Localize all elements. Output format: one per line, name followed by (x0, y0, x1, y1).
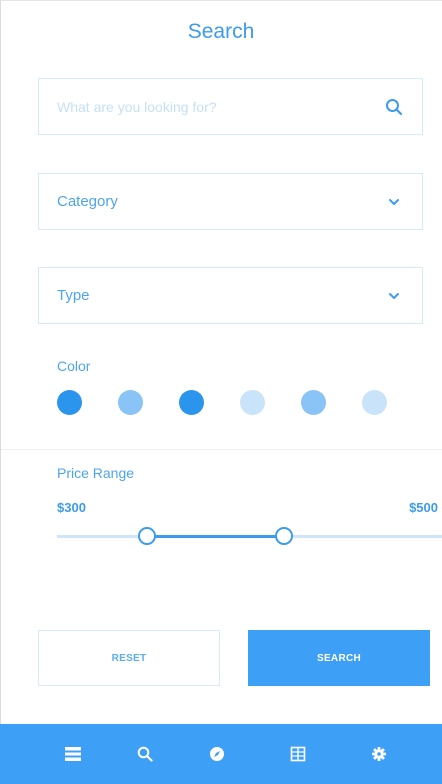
price-max: $500 (409, 500, 438, 515)
grid-icon (290, 746, 306, 762)
settings-icon (372, 747, 386, 761)
color-swatch[interactable] (240, 390, 265, 415)
chevron-down-icon (380, 188, 408, 216)
search-input[interactable]: What are you looking for? (38, 78, 423, 135)
reset-button[interactable]: RESET (38, 630, 220, 686)
search-placeholder: What are you looking for? (57, 98, 217, 115)
color-swatch[interactable] (179, 390, 204, 415)
list-icon (65, 747, 81, 761)
color-swatch[interactable] (118, 390, 143, 415)
compass-icon (210, 747, 224, 761)
tab-settings[interactable] (357, 724, 401, 784)
color-swatch[interactable] (57, 390, 82, 415)
search-icon[interactable] (380, 93, 408, 121)
price-min: $300 (57, 500, 86, 515)
bottom-tab-bar (0, 724, 442, 784)
section-divider (1, 449, 442, 450)
type-label: Type (57, 287, 90, 304)
type-select[interactable]: Type (38, 267, 423, 324)
search-icon (137, 746, 153, 762)
chevron-down-icon (380, 282, 408, 310)
color-swatch[interactable] (362, 390, 387, 415)
category-select[interactable]: Category (38, 173, 423, 230)
color-swatch[interactable] (301, 390, 326, 415)
search-button[interactable]: SEARCH (248, 630, 430, 686)
tab-grid[interactable] (276, 724, 320, 784)
tab-search[interactable] (123, 724, 167, 784)
price-range-label: Price Range (57, 465, 135, 481)
tab-explore[interactable] (195, 724, 239, 784)
category-label: Category (57, 193, 118, 210)
price-slider-fill (147, 535, 285, 538)
tab-list[interactable] (51, 724, 95, 784)
page-title: Search (187, 20, 255, 43)
color-label: Color (57, 358, 91, 374)
